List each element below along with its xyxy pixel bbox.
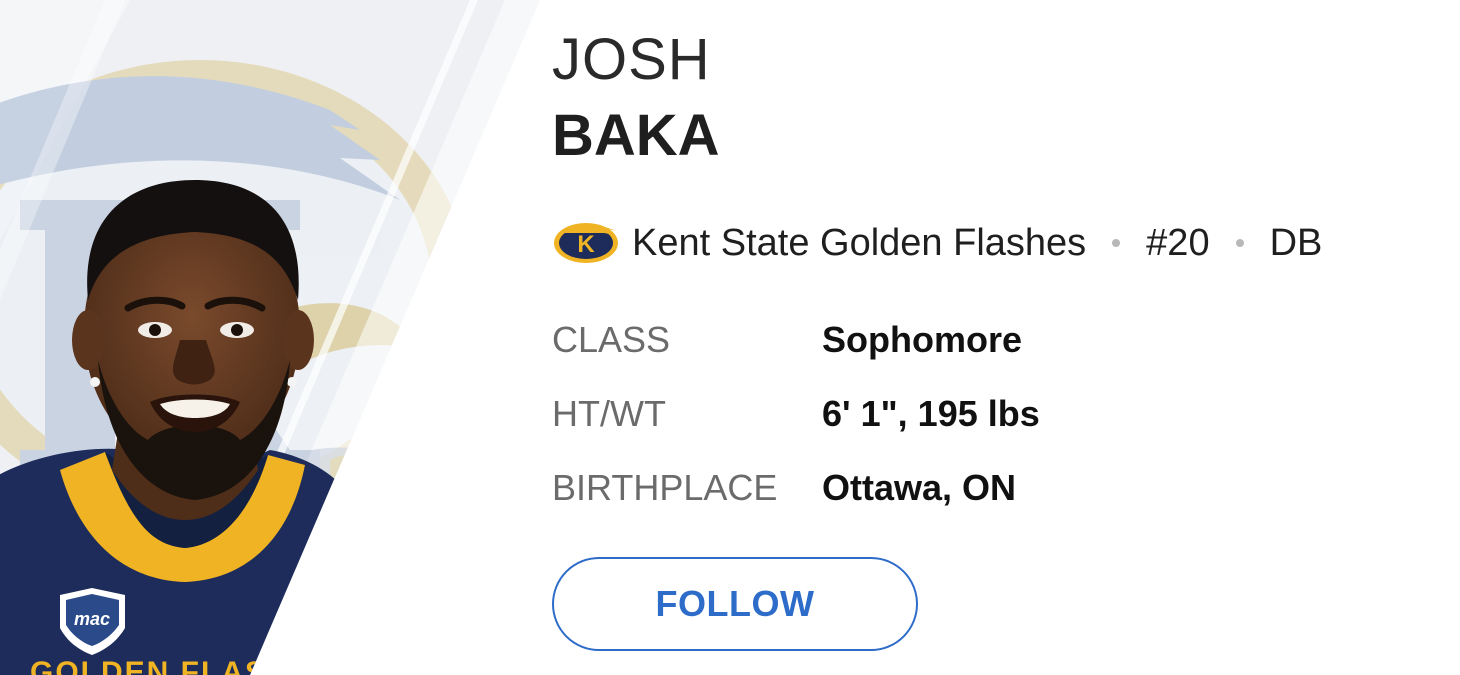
- player-last-name: BAKA: [552, 103, 720, 168]
- team-row: K Kent State Golden Flashes #20 DB: [552, 216, 1322, 270]
- follow-button[interactable]: FOLLOW: [552, 557, 918, 651]
- player-photo: mac GOLDEN FLASHES: [0, 0, 560, 675]
- detail-row-class: CLASS Sophomore: [552, 317, 1022, 363]
- player-first-name: JOSH: [552, 27, 711, 92]
- separator-dot: [1112, 239, 1121, 247]
- svg-text:mac: mac: [74, 609, 110, 629]
- detail-label: HT/WT: [552, 393, 666, 434]
- detail-value: Sophomore: [822, 319, 1023, 360]
- detail-row-height-weight: HT/WT 6' 1", 195 lbs: [552, 391, 1040, 437]
- jersey-wordmark: GOLDEN FLASHES: [30, 656, 335, 675]
- team-name-link[interactable]: Kent State Golden Flashes: [632, 222, 1086, 265]
- kent-state-team-logo-icon[interactable]: K: [552, 219, 620, 267]
- player-position: DB: [1269, 221, 1323, 264]
- jersey-number: #20: [1146, 221, 1210, 264]
- detail-value: 6' 1", 195 lbs: [822, 393, 1040, 434]
- separator-dot: [1235, 239, 1244, 247]
- detail-row-birthplace: BIRTHPLACE Ottawa, ON: [552, 465, 1016, 511]
- svg-text:K: K: [577, 231, 595, 258]
- detail-value: Ottawa, ON: [822, 467, 1017, 508]
- detail-label: BIRTHPLACE: [552, 467, 778, 508]
- detail-label: CLASS: [552, 319, 671, 360]
- player-info-panel: JOSH BAKA K Kent State Golden Flashes #2…: [552, 0, 1452, 675]
